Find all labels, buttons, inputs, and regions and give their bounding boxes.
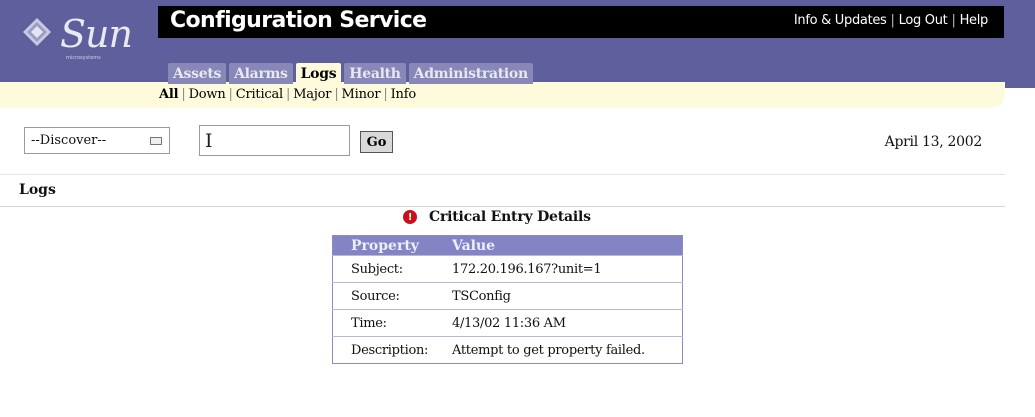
filter-separator: | <box>334 87 339 102</box>
row-property: Time: <box>332 309 444 337</box>
search-input[interactable] <box>199 125 350 156</box>
table-header-row: Property Value <box>332 235 683 256</box>
filter-separator: | <box>228 87 233 102</box>
link-separator: | <box>951 13 956 28</box>
tab-alarms[interactable]: Alarms <box>229 63 293 84</box>
filter-minor[interactable]: Minor <box>342 87 381 102</box>
link-separator: | <box>890 13 895 28</box>
tab-administration[interactable]: Administration <box>408 63 533 84</box>
table-row: Time: 4/13/02 11:36 AM <box>332 309 683 337</box>
details-heading: ! Critical Entry Details <box>403 209 591 225</box>
row-value: 172.20.196.167?unit=1 <box>444 255 683 283</box>
help-link[interactable]: Help <box>960 13 989 28</box>
top-links: Info & Updates | Log Out | Help <box>794 13 988 28</box>
table-row: Source: TSConfig <box>332 282 683 310</box>
filter-separator: | <box>286 87 291 102</box>
filter-critical[interactable]: Critical <box>236 87 283 102</box>
tab-logs[interactable]: Logs <box>295 63 342 84</box>
discover-select[interactable]: --Discover-- <box>24 127 170 154</box>
row-property: Source: <box>332 282 444 310</box>
tab-health[interactable]: Health <box>344 63 406 84</box>
brand-subtitle: microsystems <box>66 55 101 61</box>
filter-major[interactable]: Major <box>293 87 331 102</box>
filter-info[interactable]: Info <box>391 87 417 102</box>
column-header-value: Value <box>444 235 683 256</box>
severity-filters: All | Down | Critical | Major | Minor | … <box>159 87 416 102</box>
table-row: Description: Attempt to get property fai… <box>332 336 683 364</box>
row-value: TSConfig <box>444 282 683 310</box>
info-updates-link[interactable]: Info & Updates <box>794 13 887 28</box>
title-bar: Configuration Service Info & Updates | L… <box>158 6 1004 38</box>
row-property: Description: <box>332 336 444 364</box>
filter-bar: All | Down | Critical | Major | Minor | … <box>0 82 1005 108</box>
sun-logo-icon <box>23 18 51 46</box>
filter-separator: | <box>181 87 186 102</box>
row-value: 4/13/02 11:36 AM <box>444 309 683 337</box>
column-header-property: Property <box>332 235 444 256</box>
discover-select-value: --Discover-- <box>31 133 107 148</box>
app-title: Configuration Service <box>170 8 427 33</box>
dropdown-arrow-icon <box>150 137 162 145</box>
go-button[interactable]: Go <box>360 131 393 153</box>
table-row: Subject: 172.20.196.167?unit=1 <box>332 255 683 283</box>
current-date: April 13, 2002 <box>884 134 983 150</box>
filter-down[interactable]: Down <box>189 87 226 102</box>
divider <box>0 174 1005 175</box>
row-property: Subject: <box>332 255 444 283</box>
log-out-link[interactable]: Log Out <box>899 13 948 28</box>
critical-alert-icon: ! <box>403 210 417 224</box>
brand-name: Sun <box>60 12 133 56</box>
details-table: Property Value Subject: 172.20.196.167?u… <box>332 235 683 364</box>
divider <box>0 206 1005 207</box>
tab-assets[interactable]: Assets <box>168 63 227 84</box>
row-value: Attempt to get property failed. <box>444 336 683 364</box>
filter-separator: | <box>383 87 388 102</box>
main-tabs: Assets Alarms Logs Health Administration <box>168 63 533 84</box>
filter-all[interactable]: All <box>159 87 179 102</box>
sun-logo[interactable]: Sun microsystems <box>0 0 158 88</box>
section-title: Logs <box>19 182 56 198</box>
details-heading-text: Critical Entry Details <box>429 209 591 225</box>
